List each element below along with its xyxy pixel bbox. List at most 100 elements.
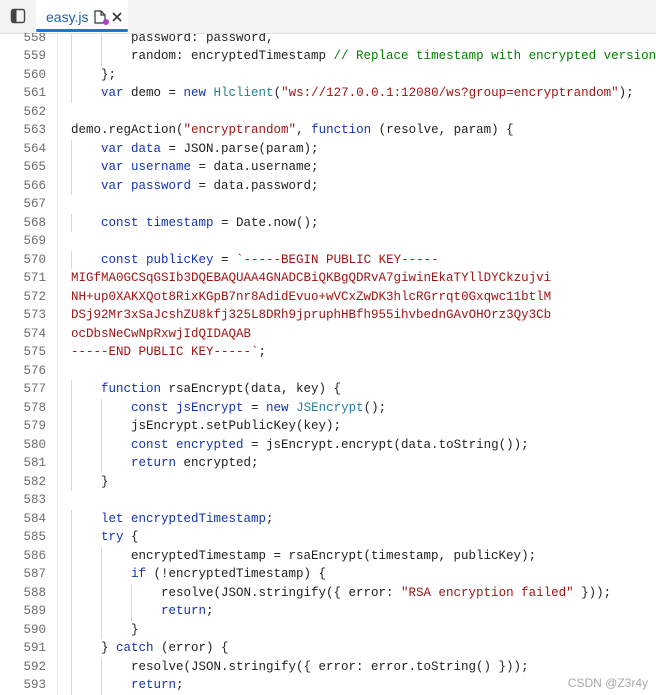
code-text: const jsEncrypt = new JSEncrypt(); <box>131 399 386 418</box>
code-token: "ws://127.0.0.1:12080/ws?group=encryptra… <box>281 86 619 100</box>
sidebar-panel-icon <box>10 8 26 24</box>
code-token: encryptedTimestamp = rsaEncrypt(timestam… <box>131 548 537 563</box>
indent-guide <box>101 417 102 436</box>
indent-guide <box>101 620 102 639</box>
code-text: demo.regAction("encryptrandom", function… <box>71 121 514 140</box>
indent-guide <box>71 509 72 528</box>
code-token: const <box>101 252 147 267</box>
line-number: 562 <box>23 104 46 119</box>
code-token: const <box>101 215 147 230</box>
code-line: 578 const jsEncrypt = new JSEncrypt(); <box>0 398 656 418</box>
code-line: 587 if (!encryptedTimestamp) { <box>0 565 656 584</box>
code-text: let encryptedTimestamp; <box>101 510 274 529</box>
close-icon[interactable] <box>111 11 123 23</box>
code-line: 590} <box>0 620 656 640</box>
line-number: 566 <box>23 178 46 193</box>
code-token: let <box>101 511 132 526</box>
active-tab-underline <box>36 29 128 32</box>
code-token: `-----BEGIN PUBLIC KEY----- <box>236 252 439 267</box>
indent-guide <box>71 583 72 602</box>
line-number: 581 <box>23 456 46 470</box>
indent-guide <box>101 565 102 584</box>
line-number: 571 <box>23 271 46 285</box>
line-number: 579 <box>23 419 46 433</box>
indent-guide <box>101 435 102 454</box>
indent-guide <box>71 47 72 66</box>
code-line: 589 return; <box>0 602 656 621</box>
code-token: })); <box>573 585 612 600</box>
code-token: const <box>131 400 177 415</box>
code-line: 569 <box>0 232 656 251</box>
code-token: } <box>101 641 117 655</box>
code-token: MIGfMA0GCSqGSIb3DQEBAQUAA4GNADCBiQKBgQDR… <box>71 271 552 285</box>
line-number: 576 <box>23 363 46 378</box>
tab-bar: easy.js <box>0 0 656 34</box>
code-line: 577 function rsaEncrypt(data, key) { <box>0 380 656 399</box>
line-number: 559 <box>23 49 46 63</box>
code-token: = <box>213 252 237 267</box>
indent-guide <box>71 380 72 399</box>
code-token: (!encryptedTimestamp) { <box>153 567 327 581</box>
code-text: DSj92Mr3xSaJcshZU8kfj325L8DRh9jpruphHBfh… <box>71 306 551 325</box>
code-line: 560}; <box>0 65 656 84</box>
line-number: 591 <box>23 641 46 655</box>
indent-guide <box>71 602 72 621</box>
code-line: 574 ocDbsNeCwNpRxwjIdQIDAQAB <box>0 325 656 344</box>
indent-guide <box>71 213 72 232</box>
code-token: } <box>131 622 139 637</box>
indent-guide <box>71 565 72 584</box>
indent-guide <box>101 454 102 473</box>
code-token: DSj92Mr3xSaJcshZU8kfj325L8DRh9jpruphHBfh… <box>71 308 552 322</box>
code-token: jsEncrypt <box>176 400 244 415</box>
indent-guide <box>71 158 72 177</box>
code-token: encrypted <box>176 437 244 452</box>
line-number: 587 <box>23 567 46 581</box>
code-line: 568 const timestamp = Date.now(); <box>0 213 656 232</box>
indent-guide <box>71 620 72 639</box>
code-line: 586 encryptedTimestamp = rsaEncrypt(times… <box>0 546 656 565</box>
code-token: encrypted; <box>183 456 259 470</box>
code-token: resolve(JSON.stringify({ error: error.to… <box>131 659 529 674</box>
indent-guide <box>71 639 72 658</box>
code-editor[interactable]: 558 password: password, 559 random: encrypt… <box>0 33 656 695</box>
code-text: } <box>131 621 139 640</box>
line-number: 588 <box>23 585 46 600</box>
toggle-sidebar-button[interactable] <box>8 6 28 26</box>
code-token: = data.username; <box>191 160 319 174</box>
code-token: var <box>101 141 132 156</box>
code-line: 580 const encrypted = jsEncrypt.encrypt(d… <box>0 435 656 454</box>
code-text: resolve(JSON.stringify({ error: "RSA enc… <box>161 584 611 603</box>
line-number: 565 <box>23 160 46 174</box>
code-line: 576 <box>0 362 656 381</box>
code-token: ocDbsNeCwNpRxwjIdQIDAQAB <box>71 326 252 341</box>
code-line: 561 var demo = new Hlclient("ws://127.0.0… <box>0 84 656 103</box>
code-token: new <box>183 86 214 100</box>
code-token: jsEncrypt.setPublicKey(key); <box>131 419 342 433</box>
indent-guide <box>101 398 102 417</box>
code-line: 579 jsEncrypt.setPublicKey(key); <box>0 417 656 436</box>
code-token: rsaEncrypt <box>168 382 244 396</box>
code-text: NH+up0XAKXQot8RixKGpB7nr8AdidEvuo+wVCxZw… <box>71 288 551 307</box>
code-token: return <box>131 456 184 470</box>
code-token: } <box>101 474 109 489</box>
code-text: var data = JSON.parse(param); <box>101 140 319 159</box>
indent-guide <box>71 176 72 195</box>
code-text: random: encryptedTimestamp // Replace ti… <box>131 47 656 66</box>
code-line: 592 resolve(JSON.stringify({ error: error… <box>0 657 656 676</box>
code-token: ); <box>618 86 634 100</box>
code-token: try <box>101 530 132 544</box>
code-token: -----END PUBLIC KEY-----` <box>71 345 259 359</box>
code-line: 562 <box>0 103 656 122</box>
code-line: 565 var username = data.username; <box>0 158 656 177</box>
line-number: 585 <box>23 530 46 544</box>
code-text: password: password, <box>131 33 274 47</box>
code-token: var <box>101 178 132 193</box>
indent-guide <box>71 65 72 84</box>
code-token: (resolve, param) { <box>378 123 514 137</box>
line-number: 578 <box>23 400 46 415</box>
code-token: publicKey <box>146 252 214 267</box>
line-number: 592 <box>23 659 46 674</box>
line-number: 572 <box>23 289 46 304</box>
code-token: (data, key) { <box>243 382 342 396</box>
watermark: CSDN @Z3r4y <box>567 676 648 690</box>
